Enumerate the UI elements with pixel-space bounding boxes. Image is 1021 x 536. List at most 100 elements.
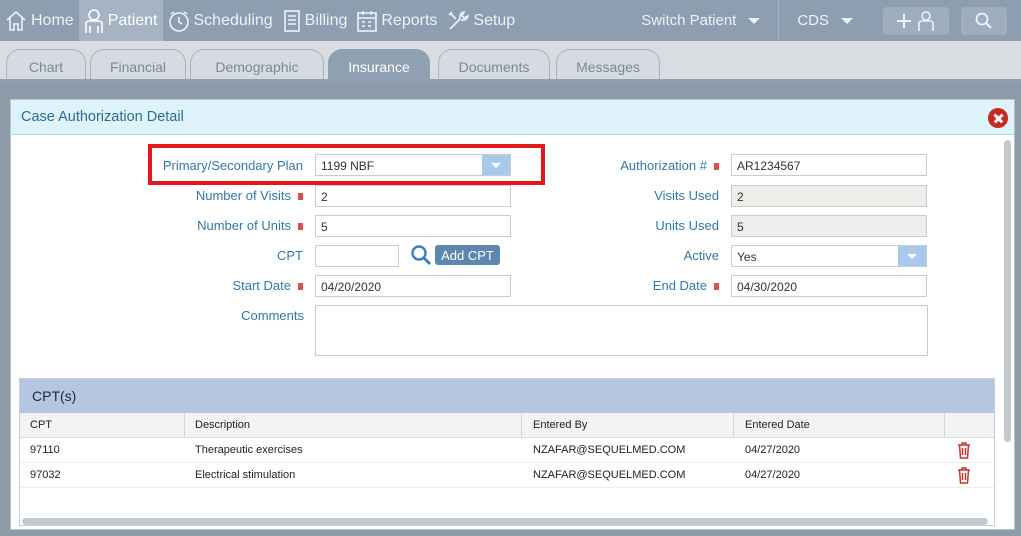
start-date-label-text: Start Date — [232, 278, 291, 293]
tab-messages[interactable]: Messages — [556, 49, 660, 83]
visits-input[interactable]: 2 — [315, 185, 511, 207]
tab-insurance-label: Insurance — [348, 58, 410, 75]
visits-label-text: Number of Visits — [195, 188, 291, 203]
cpt-grid-title: CPT(s) — [20, 379, 994, 413]
required-marker — [714, 283, 719, 291]
tab-chart[interactable]: Chart — [6, 49, 86, 83]
trash-icon[interactable] — [957, 467, 971, 484]
units-input[interactable]: 5 — [315, 215, 511, 237]
calendar-icon — [357, 10, 378, 32]
chevron-down-icon[interactable] — [898, 246, 926, 266]
cell-description: Therapeutic exercises — [195, 444, 303, 456]
tab-insurance[interactable]: Insurance — [328, 49, 430, 83]
switch-patient-label: Switch Patient — [641, 12, 737, 29]
cell-description: Electrical stimulation — [195, 469, 296, 481]
tab-bar: Chart Financial Demographic Insurance Do… — [0, 41, 1021, 83]
cpt-grid-header: CPT Description Entered By Entered Date — [20, 413, 994, 438]
billing-icon — [283, 9, 300, 32]
scrollbar-thumb[interactable] — [1004, 140, 1011, 442]
nav-patient-label: Patient — [107, 11, 158, 29]
units-label: Number of Units — [111, 218, 303, 233]
vertical-scrollbar[interactable] — [1004, 140, 1012, 525]
search-icon — [975, 12, 992, 29]
add-cpt-button[interactable]: Add CPT — [435, 245, 500, 265]
modal-header: Case Authorization Detail — [11, 100, 1014, 135]
add-patient-button[interactable] — [883, 6, 949, 35]
search-icon[interactable] — [410, 244, 432, 266]
top-nav: Home Patient Scheduling Billing Reports … — [0, 0, 1021, 41]
units-used-label: Units Used — [655, 218, 719, 233]
tab-documents-label: Documents — [458, 58, 530, 75]
cds-label: CDS — [797, 12, 829, 29]
cell-entered-date: 04/27/2020 — [745, 444, 801, 456]
chevron-down-icon — [748, 17, 761, 24]
end-date-label-text: End Date — [652, 278, 707, 293]
visits-label: Number of Visits — [111, 188, 303, 203]
required-marker — [298, 283, 303, 291]
home-icon — [6, 10, 26, 31]
modal-title: Case Authorization Detail — [21, 109, 184, 125]
nav-billing[interactable]: Billing — [278, 0, 353, 41]
active-select[interactable]: Yes — [731, 245, 927, 267]
table-row[interactable]: 97032 Electrical stimulation NZAFAR@SEQU… — [20, 463, 994, 488]
required-marker — [298, 223, 303, 231]
cell-cpt: 97110 — [30, 444, 60, 456]
end-date-label: End Date — [531, 278, 719, 293]
case-authorization-modal: Case Authorization Detail Primary/Second… — [10, 99, 1015, 530]
horizontal-scrollbar[interactable] — [22, 518, 988, 525]
cell-entered-by: NZAFAR@SEQUELMED.COM — [533, 444, 686, 456]
tab-chart-label: Chart — [28, 58, 64, 75]
start-date-input[interactable]: 04/20/2020 — [315, 275, 511, 297]
nav-right: Switch Patient CDS — [641, 0, 1021, 41]
required-marker — [298, 193, 303, 201]
patient-icon — [84, 8, 103, 33]
clock-icon — [168, 10, 189, 32]
switch-patient-dropdown[interactable]: Switch Patient — [641, 0, 780, 41]
nav-billing-label: Billing — [304, 11, 348, 29]
chevron-down-icon — [841, 17, 853, 24]
comments-label: Comments — [241, 308, 304, 323]
tools-icon — [448, 10, 470, 30]
column-header-entered-by[interactable]: Entered By — [522, 413, 734, 437]
cell-cpt: 97032 — [30, 469, 61, 481]
add-person-icon — [897, 10, 934, 31]
nav-home-label: Home — [31, 11, 74, 29]
nav-patient[interactable]: Patient — [78, 0, 163, 41]
start-date-label: Start Date — [111, 278, 303, 293]
tab-financial-label: Financial — [109, 58, 167, 75]
column-header-entered-date[interactable]: Entered Date — [734, 413, 945, 437]
close-icon[interactable] — [988, 108, 1008, 128]
active-label: Active — [683, 248, 719, 263]
cds-dropdown[interactable]: CDS — [779, 0, 883, 41]
comments-textarea[interactable] — [315, 305, 928, 356]
column-header-description[interactable]: Description — [185, 413, 522, 437]
units-label-text: Number of Units — [197, 218, 291, 233]
authorization-input[interactable]: AR1234567 — [731, 154, 927, 176]
search-button[interactable] — [961, 6, 1007, 35]
visits-used-field: 2 — [731, 185, 927, 207]
end-date-input[interactable]: 04/30/2020 — [731, 275, 927, 297]
tab-messages-label: Messages — [576, 58, 640, 75]
nav-reports[interactable]: Reports — [352, 0, 442, 41]
tab-demographic-label: Demographic — [215, 58, 299, 75]
cpt-grid: CPT(s) CPT Description Entered By Entere… — [19, 378, 995, 526]
nav-setup[interactable]: Setup — [442, 0, 520, 41]
nav-scheduling-label: Scheduling — [193, 11, 273, 29]
nav-reports-label: Reports — [381, 11, 438, 29]
units-used-field: 5 — [731, 215, 927, 237]
nav-home[interactable]: Home — [0, 0, 79, 41]
cpt-input[interactable] — [315, 245, 399, 267]
active-select-value: Yes — [737, 250, 757, 264]
tab-demographic[interactable]: Demographic — [190, 49, 324, 83]
highlight-box — [148, 144, 545, 185]
authorization-label: Authorization # — [531, 158, 719, 173]
tab-documents[interactable]: Documents — [438, 49, 550, 83]
nav-setup-label: Setup — [473, 11, 516, 29]
table-row[interactable]: 97110 Therapeutic exercises NZAFAR@SEQUE… — [20, 438, 994, 463]
nav-scheduling[interactable]: Scheduling — [163, 0, 278, 41]
trash-icon[interactable] — [957, 442, 971, 459]
cell-entered-date: 04/27/2020 — [745, 469, 801, 481]
cpt-label: CPT — [277, 248, 303, 263]
tab-financial[interactable]: Financial — [90, 49, 186, 83]
column-header-cpt[interactable]: CPT — [20, 413, 185, 437]
